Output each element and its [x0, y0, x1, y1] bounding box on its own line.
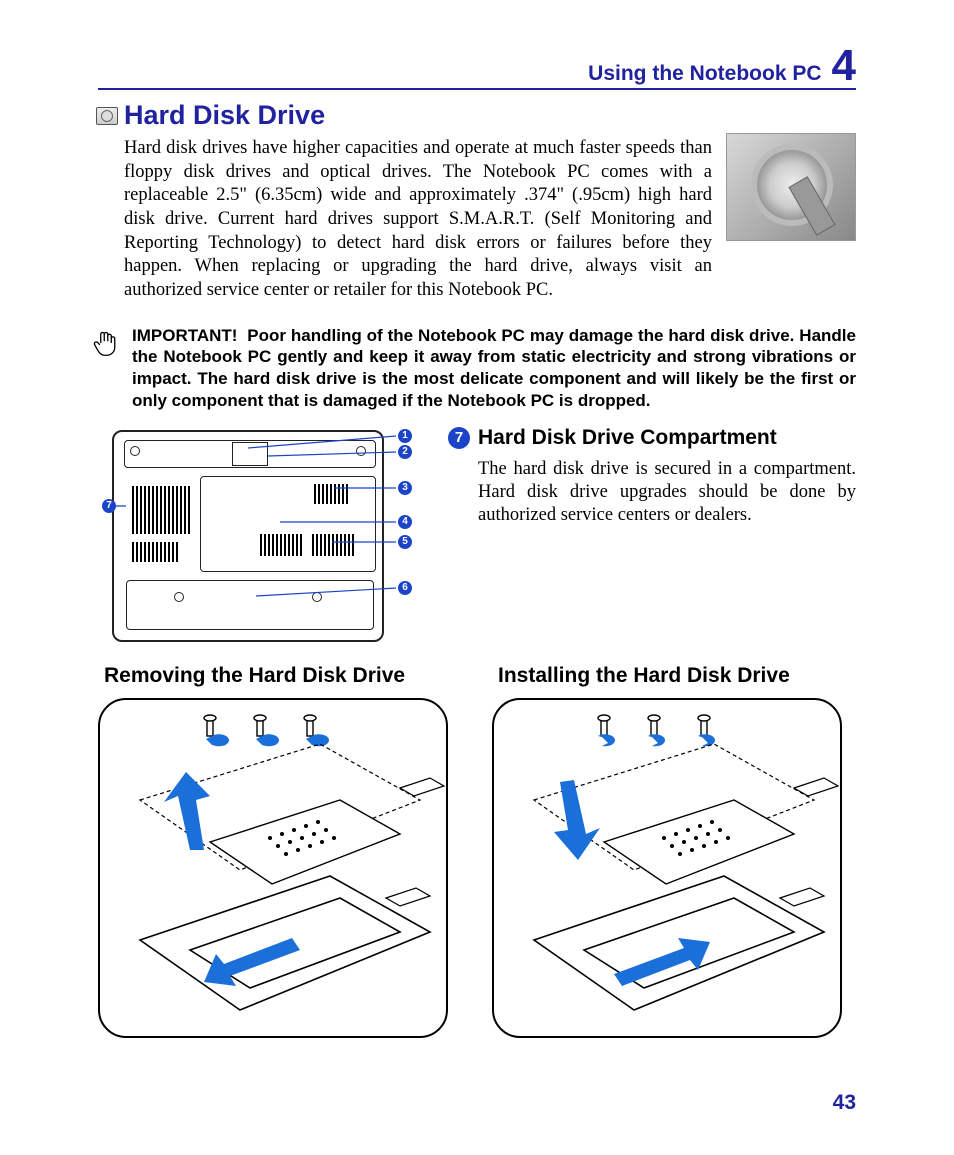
installing-diagram [492, 698, 842, 1038]
intro-paragraph: Hard disk drives have higher capacities … [124, 137, 712, 303]
header-title: Using the Notebook PC [588, 62, 821, 86]
installing-heading: Installing the Hard Disk Drive [498, 664, 856, 688]
chapter-number: 4 [832, 46, 856, 86]
removing-heading: Removing the Hard Disk Drive [104, 664, 462, 688]
hdd-photo [726, 133, 856, 241]
compartment-text: The hard disk drive is secured in a comp… [448, 458, 856, 528]
laptop-bottom-diagram: 1 2 3 4 5 6 7 [108, 426, 418, 646]
compartment-heading: 7 Hard Disk Drive Compartment [448, 426, 856, 450]
callout-4: 4 [398, 515, 412, 529]
hand-icon [92, 325, 120, 412]
page-header: Using the Notebook PC 4 [98, 46, 856, 90]
page-number: 43 [833, 1091, 856, 1115]
important-callout: IMPORTANT! Poor handling of the Notebook… [98, 325, 856, 412]
callout-5: 5 [398, 535, 412, 549]
important-label: IMPORTANT! [132, 326, 237, 345]
callout-7: 7 [102, 499, 116, 513]
callout-1: 1 [398, 429, 412, 443]
section-title-text: Hard Disk Drive [124, 100, 325, 131]
removing-diagram [98, 698, 448, 1038]
section-title: Hard Disk Drive [96, 100, 856, 131]
compartment-title: Hard Disk Drive Compartment [478, 426, 777, 450]
important-text: Poor handling of the Notebook PC may dam… [132, 326, 856, 410]
hdd-icon [96, 107, 118, 125]
callout-3: 3 [398, 481, 412, 495]
callout-2: 2 [398, 445, 412, 459]
callout-6: 6 [398, 581, 412, 595]
compartment-number: 7 [448, 427, 470, 449]
